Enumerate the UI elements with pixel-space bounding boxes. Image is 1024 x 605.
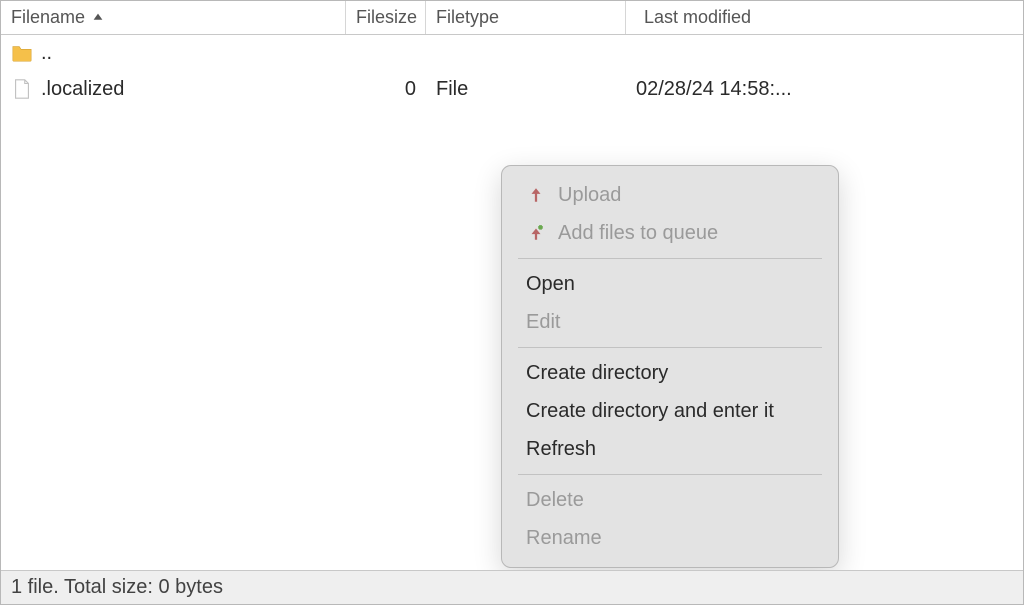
menu-separator <box>518 474 822 475</box>
menu-item-refresh-label: Refresh <box>526 438 596 461</box>
column-header-lastmodified-label: Last modified <box>644 7 751 28</box>
menu-item-delete: Delete <box>502 481 838 519</box>
menu-item-edit-label: Edit <box>526 311 560 334</box>
column-header-filetype[interactable]: Filetype <box>426 1 626 34</box>
file-browser-panel: Filename Filesize Filetype Last modified <box>0 0 1024 605</box>
menu-item-create-directory-enter-label: Create directory and enter it <box>526 400 774 423</box>
column-header-filename[interactable]: Filename <box>1 1 346 34</box>
file-last-modified: 02/28/24 14:58:... <box>626 71 996 107</box>
status-text: 1 file. Total size: 0 bytes <box>11 576 223 599</box>
add-to-queue-icon <box>526 223 546 243</box>
menu-item-upload-label: Upload <box>558 184 621 207</box>
menu-item-delete-label: Delete <box>526 489 584 512</box>
menu-separator <box>518 347 822 348</box>
column-headers: Filename Filesize Filetype Last modified <box>1 1 1023 35</box>
column-header-filesize-label: Filesize <box>356 7 417 28</box>
column-header-extra <box>996 1 1023 34</box>
menu-item-create-directory[interactable]: Create directory <box>502 354 838 392</box>
menu-item-upload: Upload <box>502 176 838 214</box>
menu-item-open[interactable]: Open <box>502 265 838 303</box>
sort-ascending-icon <box>91 11 105 25</box>
file-name: .localized <box>41 78 124 101</box>
menu-item-open-label: Open <box>526 273 575 296</box>
menu-item-refresh[interactable]: Refresh <box>502 430 838 468</box>
parent-directory-row[interactable]: .. <box>1 35 1023 71</box>
file-type: File <box>426 71 626 107</box>
column-header-lastmodified[interactable]: Last modified <box>626 1 996 34</box>
status-bar: 1 file. Total size: 0 bytes <box>1 570 1023 604</box>
file-size: 0 <box>346 71 426 107</box>
menu-item-edit: Edit <box>502 303 838 341</box>
menu-item-add-to-queue-label: Add files to queue <box>558 222 718 245</box>
column-header-filesize[interactable]: Filesize <box>346 1 426 34</box>
menu-item-rename: Rename <box>502 519 838 557</box>
column-header-filename-label: Filename <box>11 7 85 28</box>
file-list[interactable]: .. .localized 0 File 02/28/24 14:58:... <box>1 35 1023 570</box>
context-menu: Upload Add files to queue Open Edit <box>501 165 839 568</box>
menu-item-rename-label: Rename <box>526 527 602 550</box>
menu-item-add-to-queue: Add files to queue <box>502 214 838 252</box>
menu-item-create-directory-label: Create directory <box>526 362 668 385</box>
upload-arrow-icon <box>526 185 546 205</box>
menu-separator <box>518 258 822 259</box>
menu-item-create-directory-enter[interactable]: Create directory and enter it <box>502 392 838 430</box>
parent-directory-name: .. <box>41 42 52 65</box>
column-header-filetype-label: Filetype <box>436 7 499 28</box>
file-row[interactable]: .localized 0 File 02/28/24 14:58:... <box>1 71 1023 107</box>
file-icon <box>11 78 33 100</box>
folder-icon <box>11 42 33 64</box>
